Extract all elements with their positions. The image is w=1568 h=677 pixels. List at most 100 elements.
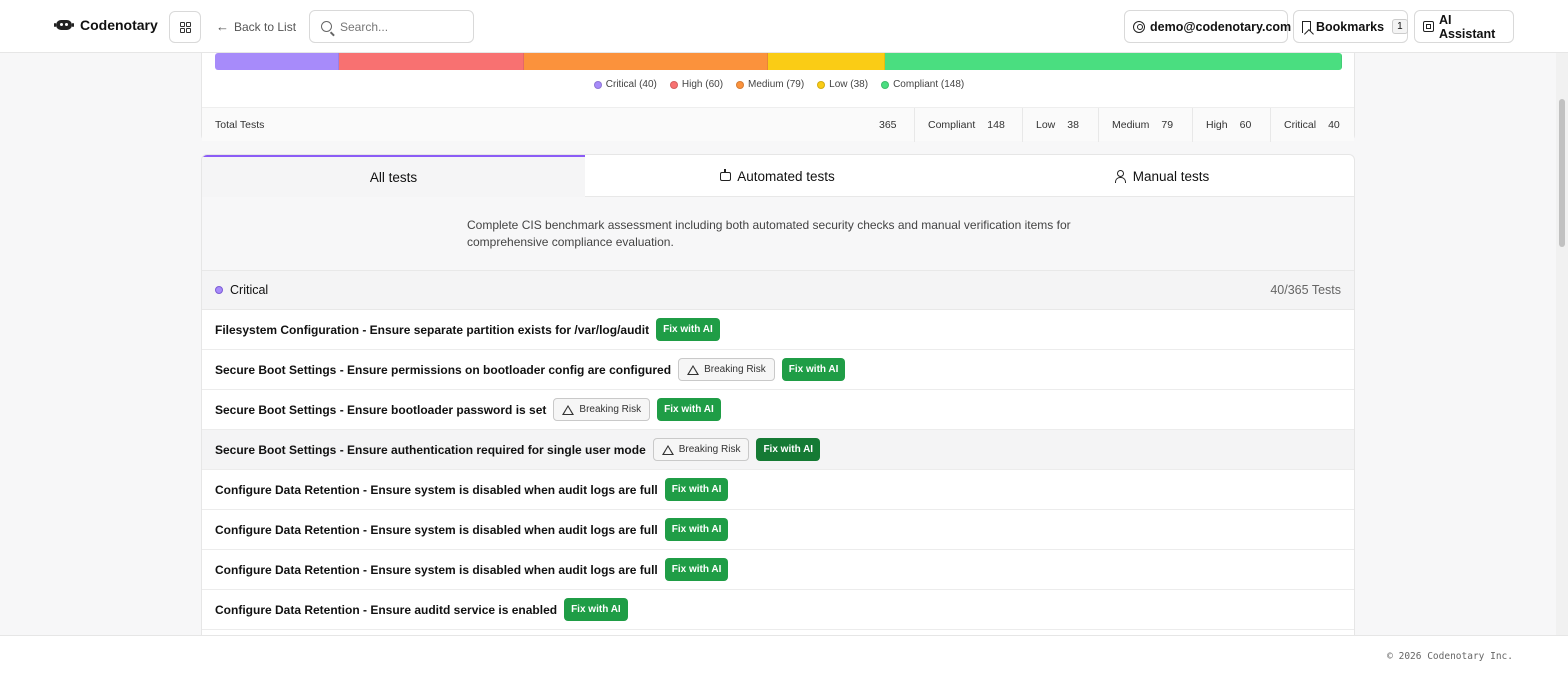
test-title: Configure Data Retention - Ensure system…	[215, 562, 658, 577]
bar-segment-critical	[215, 53, 339, 70]
test-title: Secure Boot Settings - Ensure authentica…	[215, 442, 646, 457]
test-title: Filesystem Configuration - Ensure separa…	[215, 322, 650, 337]
legend-label: Compliant (148)	[893, 79, 965, 90]
search-box[interactable]	[309, 10, 474, 43]
back-to-list-label: Back to List	[234, 19, 297, 34]
tab-description: Complete CIS benchmark assessment includ…	[467, 218, 1071, 249]
page-footer: © 2026 Codenotary Inc.	[0, 635, 1568, 677]
tab-all-tests[interactable]: All tests	[202, 155, 585, 197]
fix-with-ai-button[interactable]: Fix with AI	[756, 438, 821, 461]
fix-with-ai-button[interactable]: Fix with AI	[657, 398, 721, 421]
summary-card: Critical (40) High (60) Medium (79) Low (38…	[201, 40, 1355, 142]
legend-label: Medium (79)	[748, 79, 805, 90]
brand-name: Codenotary	[80, 17, 158, 33]
test-title: Configure Data Retention - Ensure system…	[215, 522, 658, 537]
legend-label: Critical (40)	[605, 79, 657, 90]
total-tests-value: 365	[879, 119, 897, 131]
critical-total-label: Critical	[1284, 119, 1317, 131]
tab-description-panel: Complete CIS benchmark assessment includ…	[202, 197, 1354, 271]
test-title: Configure Data Retention - Ensure system…	[215, 482, 658, 497]
test-list: Filesystem Configuration - Ensure separa…	[202, 310, 1354, 630]
test-row[interactable]: Configure Data Retention - Ensure system…	[202, 510, 1354, 550]
user-account-button[interactable]: demo@codenotary.com	[1124, 10, 1292, 43]
totals-strip: Total Tests 365 Compliant 148 Low 38 Med…	[202, 107, 1354, 142]
low-total-label: Low	[1036, 119, 1056, 131]
copyright-text: © 2026 Codenotary Inc.	[1387, 651, 1513, 662]
brand-logo[interactable]: Codenotary	[54, 17, 158, 33]
high-total-value: 60	[1239, 119, 1252, 131]
legend-item-medium: Medium (79)	[736, 79, 804, 90]
test-title: Secure Boot Settings - Ensure bootloader…	[215, 402, 547, 417]
critical-group-header[interactable]: Critical 40/365 Tests	[202, 271, 1354, 310]
legend-dot-icon	[593, 80, 602, 89]
legend-dot-icon	[736, 80, 745, 89]
fix-with-ai-button[interactable]: Fix with AI	[664, 518, 729, 541]
critical-total: Critical 40	[1270, 108, 1354, 142]
severity-distribution-bar	[215, 53, 1342, 70]
group-name: Critical	[230, 283, 269, 297]
apps-grid-button[interactable]	[169, 11, 201, 43]
test-row[interactable]: Configure Data Retention - Ensure auditd…	[202, 590, 1354, 630]
test-tabs: All tests Automated tests Manual tests	[202, 155, 1354, 197]
breaking-risk-badge: Breaking Risk	[553, 398, 651, 421]
compliant-total-label: Compliant	[928, 119, 976, 131]
search-input[interactable]	[340, 18, 465, 36]
warning-icon	[687, 364, 700, 375]
bookmark-icon	[1302, 20, 1311, 33]
robot-logo-icon	[54, 19, 74, 31]
group-label: Critical	[215, 283, 268, 297]
test-row[interactable]: Secure Boot Settings - Ensure permission…	[202, 350, 1354, 390]
test-row[interactable]: Configure Data Retention - Ensure system…	[202, 470, 1354, 510]
low-total: Low 38	[1022, 108, 1098, 142]
low-total-value: 38	[1067, 119, 1079, 131]
arrow-left-icon: ←	[216, 19, 229, 34]
grid-icon	[180, 22, 191, 33]
tab-automated-tests-label: Automated tests	[737, 168, 835, 184]
legend-label: High (60)	[681, 79, 724, 90]
chip-icon	[1423, 21, 1434, 32]
tab-all-tests-label: All tests	[369, 169, 418, 185]
fix-with-ai-button[interactable]: Fix with AI	[664, 478, 729, 501]
bar-segment-medium	[523, 53, 768, 70]
user-check-icon	[1114, 170, 1127, 183]
breaking-risk-label: Breaking Risk	[678, 444, 741, 455]
bot-icon	[720, 168, 732, 181]
warning-icon	[661, 444, 674, 455]
ai-assistant-button[interactable]: AI Assistant	[1414, 10, 1514, 43]
medium-total-label: Medium	[1112, 119, 1150, 131]
tab-automated-tests[interactable]: Automated tests	[585, 155, 970, 197]
test-row[interactable]: Filesystem Configuration - Ensure separa…	[202, 310, 1354, 350]
breaking-risk-badge: Breaking Risk	[652, 438, 750, 461]
page-scrollbar[interactable]	[1556, 53, 1568, 635]
user-email: demo@codenotary.com	[1150, 19, 1292, 34]
legend-dot-icon	[817, 80, 826, 89]
bookmarks-label: Bookmarks	[1316, 19, 1385, 34]
top-bar: Codenotary ← Back to List demo@codenotar…	[0, 0, 1568, 53]
warning-icon	[562, 404, 575, 415]
legend-item-compliant: Compliant (148)	[881, 79, 964, 90]
tab-manual-tests-label: Manual tests	[1132, 168, 1210, 184]
fix-with-ai-button[interactable]: Fix with AI	[664, 558, 729, 581]
breaking-risk-badge: Breaking Risk	[678, 358, 775, 381]
breaking-risk-label: Breaking Risk	[704, 364, 766, 375]
test-row[interactable]: Secure Boot Settings - Ensure bootloader…	[202, 390, 1354, 430]
fix-with-ai-button[interactable]: Fix with AI	[564, 598, 628, 621]
search-icon	[321, 21, 332, 32]
group-count: 40/365 Tests	[1270, 283, 1341, 297]
scrollbar-thumb[interactable]	[1559, 99, 1565, 247]
test-row[interactable]: Configure Data Retention - Ensure system…	[202, 550, 1354, 590]
bookmarks-count-badge: 1	[1392, 19, 1408, 34]
test-row[interactable]: Secure Boot Settings - Ensure authentica…	[202, 430, 1354, 470]
tab-manual-tests[interactable]: Manual tests	[970, 155, 1354, 197]
legend-label: Low (38)	[829, 79, 869, 90]
fix-with-ai-button[interactable]: Fix with AI	[781, 358, 846, 381]
total-tests-label: Total Tests	[215, 119, 265, 131]
legend-item-low: Low (38)	[817, 79, 868, 90]
user-circle-icon	[1133, 20, 1145, 33]
back-to-list-link[interactable]: ← Back to List	[216, 19, 296, 34]
bookmarks-button[interactable]: Bookmarks 1	[1293, 10, 1408, 43]
compliant-total: Compliant 148	[914, 108, 1022, 142]
compliant-total-value: 148	[987, 119, 1005, 131]
fix-with-ai-button[interactable]: Fix with AI	[656, 318, 720, 341]
test-title: Configure Data Retention - Ensure auditd…	[215, 602, 558, 617]
